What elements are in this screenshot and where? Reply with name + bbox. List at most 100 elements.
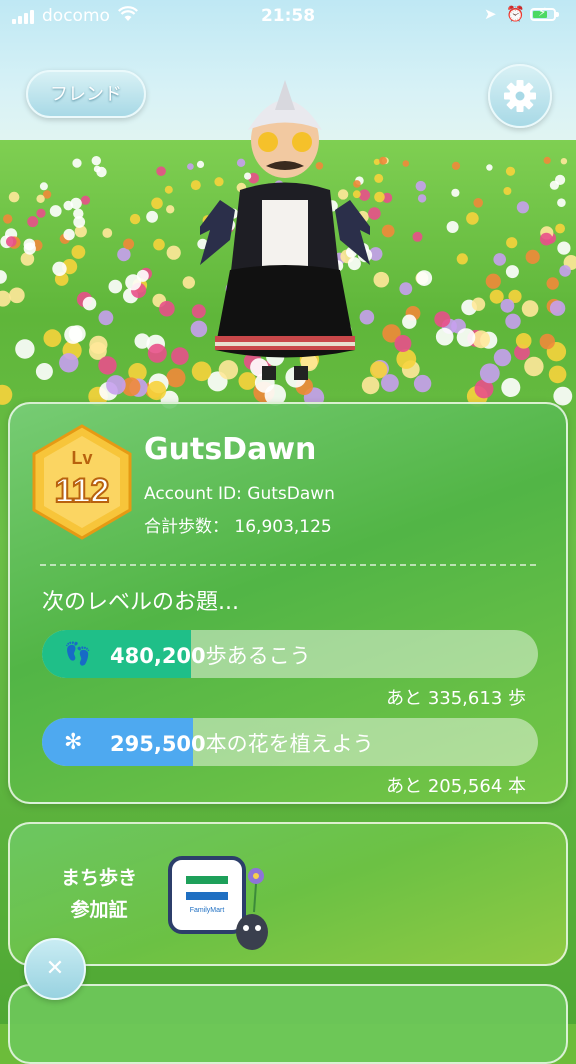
flower <box>543 156 551 164</box>
flower <box>373 158 380 165</box>
settings-button[interactable] <box>488 64 552 128</box>
steps-goal-bar: 👣 480,200歩あるこう <box>42 630 538 678</box>
flower <box>451 188 460 197</box>
event-card[interactable]: まち歩き 参加証 FamilyMart <box>8 822 568 966</box>
flower <box>156 166 166 176</box>
flower <box>98 310 114 326</box>
flower <box>505 313 521 329</box>
flower <box>557 198 566 207</box>
flower <box>73 216 86 228</box>
flower <box>402 160 410 167</box>
flower <box>486 164 493 171</box>
flower <box>43 329 62 348</box>
steps-goal-label: 歩あるこう <box>205 644 311 668</box>
flower <box>72 158 82 168</box>
flower <box>52 261 67 276</box>
flower <box>153 238 165 251</box>
flower <box>91 156 102 166</box>
friend-button[interactable]: フレンド <box>26 70 146 118</box>
close-button[interactable]: ✕ <box>24 938 86 1000</box>
event-title-line1: まち歩き <box>60 867 137 889</box>
flower <box>36 208 46 218</box>
flower <box>15 339 35 359</box>
flower <box>98 356 117 375</box>
flower <box>3 214 13 224</box>
player-avatar[interactable] <box>200 80 370 380</box>
flower <box>166 205 175 214</box>
flower <box>166 245 181 260</box>
flower <box>503 187 512 195</box>
flower <box>549 180 560 190</box>
flower <box>82 296 97 311</box>
location-icon: ➤ <box>484 5 497 23</box>
familymart-badge[interactable]: FamilyMart <box>166 854 276 958</box>
close-icon: ✕ <box>45 956 65 981</box>
flower <box>123 238 135 250</box>
flower <box>434 311 451 328</box>
flower <box>466 212 479 225</box>
flower <box>546 277 559 290</box>
flower <box>6 236 17 247</box>
flower <box>451 161 461 170</box>
alarm-icon: ⏰ <box>506 5 525 23</box>
status-bar: docomo 21:58 ➤ ⏰ ⚡ <box>0 0 576 34</box>
flower <box>485 273 501 289</box>
flower <box>539 333 555 350</box>
profile-card: Lv 112 GutsDawn Account ID: GutsDawn 合計歩… <box>8 402 568 804</box>
flowers-goal-bar: ✻ 295,500本の花を植えよう <box>42 718 538 766</box>
username: GutsDawn <box>144 432 317 467</box>
event-card-title: まち歩き 参加証 <box>40 862 158 926</box>
flower <box>39 182 48 191</box>
flower <box>93 165 101 173</box>
flower <box>505 265 519 279</box>
flower <box>381 224 395 238</box>
flower <box>524 356 544 377</box>
flower <box>374 173 384 183</box>
flower <box>417 194 427 203</box>
flower <box>435 327 454 346</box>
flower <box>473 198 484 208</box>
flower <box>548 365 567 384</box>
flower <box>147 343 167 363</box>
flower <box>106 375 126 395</box>
flower <box>553 386 573 406</box>
steps-remaining: あと 335,613 歩 <box>386 688 526 709</box>
flower <box>506 237 518 249</box>
bottom-card[interactable] <box>8 984 568 1064</box>
flower <box>59 353 79 373</box>
flower <box>416 270 433 286</box>
flower <box>89 335 108 354</box>
flower <box>516 201 530 214</box>
flower <box>379 156 388 165</box>
flower <box>71 245 86 259</box>
flowers-goal-label: 本の花を植えよう <box>205 732 374 756</box>
level-badge: Lv 112 <box>32 424 132 540</box>
flower <box>505 166 516 176</box>
flower <box>399 282 413 296</box>
flower <box>471 297 486 311</box>
flower <box>27 216 39 228</box>
flower <box>102 228 113 238</box>
flower <box>559 265 571 277</box>
flower <box>549 300 566 316</box>
account-id: Account ID: GutsDawn <box>144 484 335 504</box>
flowers-remaining: あと 205,564 本 <box>386 776 526 797</box>
flower <box>381 374 399 392</box>
flower <box>479 363 500 384</box>
flower <box>501 378 521 397</box>
flower <box>521 300 539 317</box>
flower <box>373 271 390 288</box>
flower <box>493 253 507 266</box>
total-steps: 合計歩数： 16,903,125 <box>144 517 332 537</box>
flower <box>63 228 75 241</box>
flower <box>456 328 476 347</box>
flower <box>80 195 91 205</box>
divider <box>40 564 536 566</box>
flower <box>396 349 417 369</box>
flower <box>125 274 142 291</box>
flower <box>129 213 141 225</box>
flower <box>525 249 540 264</box>
next-level-title: 次のレベルのお題... <box>42 590 239 615</box>
flower <box>108 279 123 294</box>
gear-icon <box>504 80 536 112</box>
